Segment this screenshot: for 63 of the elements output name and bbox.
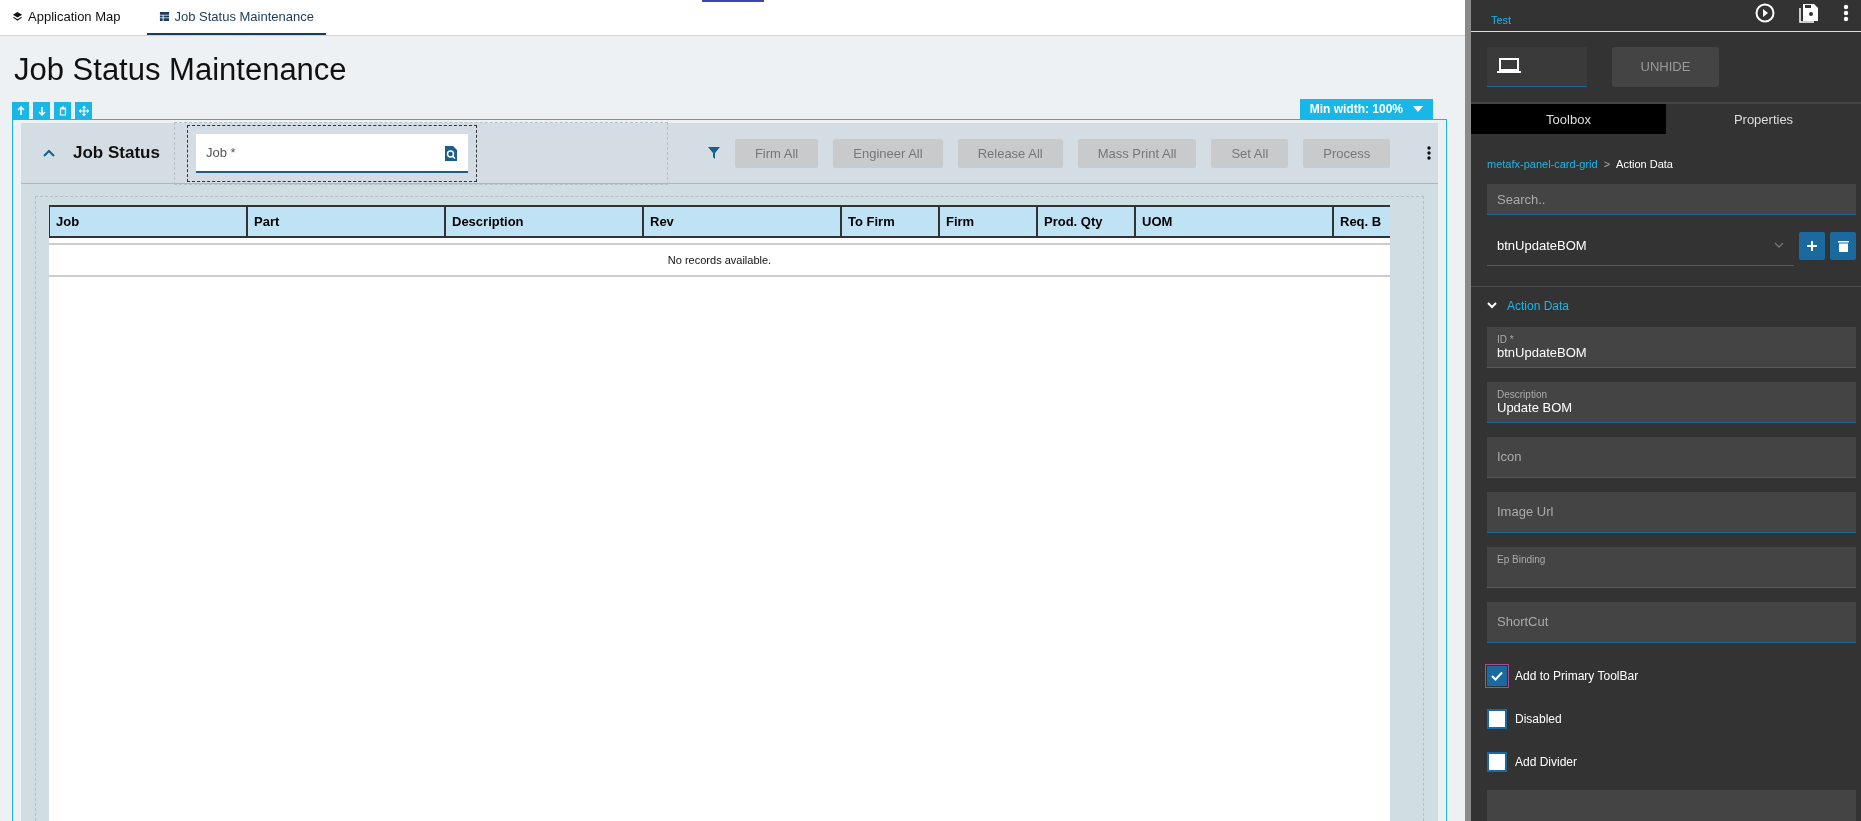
caret-icon [1413, 106, 1423, 112]
checkbox-label: Disabled [1515, 711, 1562, 726]
panel-tab[interactable]: Properties [1666, 103, 1861, 135]
breadcrumb-separator: > [1603, 158, 1611, 171]
column-header[interactable]: Job [50, 207, 248, 236]
property-field[interactable]: ShortCut [1487, 601, 1856, 643]
field-label: Ep Binding [1497, 553, 1547, 565]
search-field[interactable]: Search.. [1487, 184, 1856, 216]
more-icon[interactable] [1843, 3, 1849, 22]
breadcrumb-current: Action Data [1616, 158, 1673, 171]
checkbox[interactable] [1487, 708, 1507, 729]
laptop-icon [1497, 58, 1521, 75]
property-field[interactable]: Icon [1487, 436, 1856, 478]
arrow-down-icon [36, 105, 47, 116]
trash-icon [57, 105, 68, 116]
checkbox-label: Add to Primary ToolBar [1515, 668, 1639, 683]
column-header[interactable]: Prod. Qty [1038, 207, 1136, 236]
action-dropdown[interactable]: btnUpdateBOM [1487, 225, 1794, 267]
field-value: Update BOM [1497, 399, 1574, 415]
more-icon[interactable] [1427, 146, 1432, 160]
breadcrumb-link[interactable]: metafx-panel-card-grid [1487, 158, 1598, 171]
move-icon [78, 105, 89, 116]
property-field[interactable]: ID * btnUpdateBOM [1487, 326, 1856, 368]
trash-icon [1837, 239, 1849, 252]
page-tab[interactable]: Application Map [12, 0, 133, 35]
checkbox-label: Add Divider [1515, 754, 1578, 769]
checkbox[interactable] [1487, 751, 1507, 772]
job-field[interactable]: Job * [195, 133, 468, 173]
page-tab[interactable]: Job Status Maintenance [146, 0, 326, 35]
column-header[interactable]: Req. B [1334, 207, 1390, 236]
empty-message: No records available. [667, 254, 772, 266]
project-link[interactable]: Test [1491, 13, 1512, 26]
filter-icon[interactable] [707, 147, 720, 159]
column-header[interactable]: UOM [1136, 207, 1334, 236]
add-button[interactable] [1799, 231, 1825, 260]
column-header[interactable]: Part [248, 207, 446, 236]
column-header[interactable]: Rev [644, 207, 842, 236]
collapse-icon[interactable] [43, 149, 55, 157]
card-title: Job Status [73, 143, 160, 163]
save-icon[interactable] [1799, 2, 1819, 23]
property-field[interactable]: Description Update BOM [1487, 381, 1856, 423]
table-icon [158, 11, 170, 22]
device-dropdown[interactable] [1487, 46, 1587, 87]
delete-button[interactable] [1830, 231, 1856, 260]
property-field[interactable]: Ep Binding [1487, 546, 1856, 588]
field-value: btnUpdateBOM [1497, 344, 1588, 360]
checkmark-icon [1491, 670, 1503, 681]
chevron-down-icon [1774, 242, 1784, 249]
checkbox[interactable] [1487, 665, 1507, 686]
panel-tab[interactable]: Toolbox [1471, 103, 1666, 135]
section-header[interactable]: Action Data [1471, 286, 1861, 327]
column-header[interactable]: To Firm [842, 207, 940, 236]
arrow-up-icon [15, 105, 26, 116]
field-label: ID * [1497, 333, 1515, 345]
column-header[interactable]: Description [446, 207, 644, 236]
layers-icon [12, 11, 23, 22]
play-icon[interactable] [1755, 2, 1775, 23]
column-header[interactable]: Firm [940, 207, 1038, 236]
property-field[interactable]: Image Url [1487, 491, 1856, 533]
chevron-icon [1487, 302, 1497, 310]
page-title: Job Status Maintenance [14, 52, 348, 88]
plus-icon [1806, 239, 1818, 252]
field-label: Description [1497, 388, 1549, 400]
